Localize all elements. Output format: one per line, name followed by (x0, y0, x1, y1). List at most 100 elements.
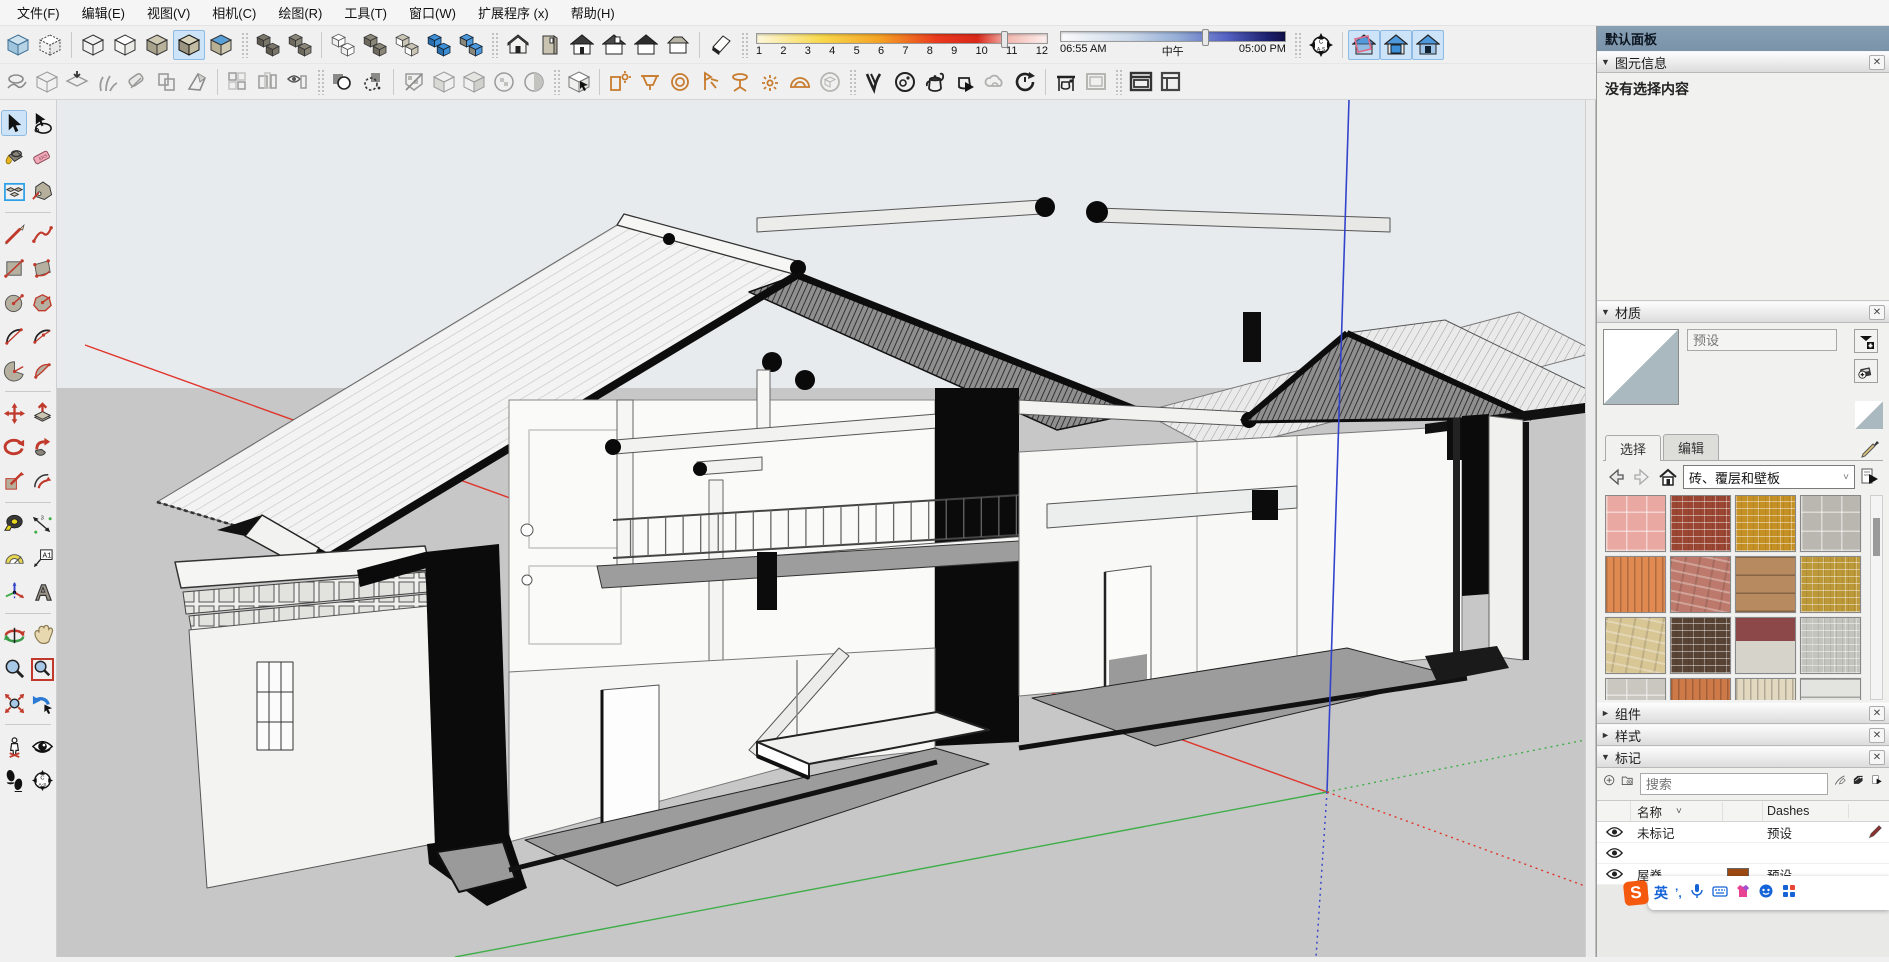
vray-logo-icon[interactable] (860, 68, 890, 96)
xray-icon[interactable] (2, 30, 34, 60)
toolbox-grid-icon[interactable] (1781, 883, 1797, 904)
lasso-tool[interactable] (29, 110, 55, 136)
house-door-icon[interactable] (566, 30, 598, 60)
menu-item[interactable]: 视图(V) (136, 0, 201, 26)
add-tag-icon[interactable] (1603, 774, 1615, 794)
back-icon[interactable] (1605, 466, 1627, 488)
tag-dashes[interactable]: 预设 (1763, 823, 1849, 842)
materials-header[interactable]: ▼ 材质 ✕ (1597, 301, 1889, 323)
ime-punctuation[interactable]: ’, (1675, 886, 1682, 900)
menu-item[interactable]: 工具(T) (333, 0, 398, 26)
paint-blob-icon[interactable] (328, 68, 358, 96)
add-tag-folder-icon[interactable] (1621, 774, 1633, 794)
drape-up-icon[interactable] (32, 68, 62, 96)
toolbar-grip[interactable] (1294, 32, 1301, 58)
look-around-tool[interactable] (29, 733, 55, 759)
paint-tool[interactable] (1, 144, 27, 170)
light-dome-icon[interactable] (785, 68, 815, 96)
drape-down-icon[interactable] (62, 68, 92, 96)
details-arrow-icon[interactable] (1859, 466, 1881, 488)
ime-lang-toggle[interactable]: 英 (1654, 883, 1668, 903)
ime-toolbar[interactable]: S 英 ’, (1624, 874, 1889, 912)
shaded-icon[interactable] (141, 30, 173, 60)
house-iso-icon[interactable] (502, 30, 534, 60)
material-swatch-light-brick[interactable] (1800, 617, 1861, 674)
render-update-icon[interactable] (1010, 68, 1040, 96)
section-display-icon[interactable] (1348, 30, 1380, 60)
details-arrow-icon[interactable] (1871, 774, 1883, 794)
tag-row[interactable]: 未标记预设 (1597, 822, 1889, 843)
texture-cube2-icon[interactable] (459, 68, 489, 96)
keyboard-icon[interactable] (1712, 883, 1728, 904)
two-point-arc-tool[interactable] (29, 323, 55, 349)
house-outline-icon[interactable] (630, 30, 662, 60)
material-swatch-orange-plank[interactable] (1670, 678, 1731, 700)
select-tool[interactable] (1, 110, 27, 136)
cabinet-icon[interactable] (534, 30, 566, 60)
offset-tool[interactable] (29, 468, 55, 494)
grid-eye-icon[interactable] (283, 68, 313, 96)
material-swatch-yellow-brick[interactable] (1800, 556, 1861, 613)
material-swatch-dark-brick[interactable] (1670, 617, 1731, 674)
follow-me-tool[interactable] (29, 434, 55, 460)
material-preview[interactable] (1603, 329, 1679, 405)
toolbar-grip[interactable] (741, 32, 748, 58)
collapse-arrow-icon[interactable]: ▼ (1601, 307, 1615, 317)
frame-disabled-icon[interactable] (1081, 68, 1111, 96)
material-swatch-rose-stone[interactable] (1670, 556, 1731, 613)
comp-outer-shaded-icon[interactable] (359, 30, 391, 60)
cube-cursor-icon[interactable] (564, 68, 594, 96)
white-wedge-icon[interactable] (705, 30, 737, 60)
light-sphere-off-icon[interactable] (815, 68, 845, 96)
material-swatch-tan-stone[interactable] (1605, 617, 1666, 674)
position-camera-tool[interactable] (1, 733, 27, 759)
light-disc-icon[interactable] (725, 68, 755, 96)
previous-view-tool[interactable] (29, 690, 55, 716)
tags-header[interactable]: ▼ 标记 ✕ (1597, 746, 1889, 768)
house-dormer-icon[interactable] (598, 30, 630, 60)
microphone-icon[interactable] (1689, 883, 1705, 904)
dimension-tool[interactable]: 3 (29, 511, 55, 537)
sogou-logo-icon[interactable]: S (1623, 880, 1649, 906)
monochrome-icon[interactable] (205, 30, 237, 60)
model-canvas[interactable] (57, 100, 1585, 957)
render-cloud-off-icon[interactable] (980, 68, 1010, 96)
smoove-icon[interactable] (122, 68, 152, 96)
forward-icon[interactable] (1631, 466, 1653, 488)
tags-stack-icon[interactable] (1852, 774, 1864, 794)
comp-blue-front-icon[interactable] (423, 30, 455, 60)
comp-mixed-icon[interactable] (391, 30, 423, 60)
axes-compass-icon[interactable]: CA·S (1305, 30, 1337, 60)
rectangle-tool[interactable] (1, 255, 27, 281)
visibility-eye-icon[interactable] (1597, 826, 1631, 838)
tags-table-header[interactable]: 名称˅ Dashes (1597, 801, 1889, 822)
material-category-dropdown[interactable]: 砖、覆层和壁板 ˅ (1683, 465, 1855, 489)
arc-tool[interactable] (1, 323, 27, 349)
window-frame2-icon[interactable] (1156, 68, 1186, 96)
three-d-text-tool[interactable] (29, 579, 55, 605)
move-tool[interactable] (1, 400, 27, 426)
entity-info-header[interactable]: ▼ 图元信息 ✕ (1597, 51, 1889, 73)
line-tool[interactable] (1, 221, 27, 247)
components-header[interactable]: ► 组件 ✕ (1597, 702, 1889, 724)
eraser-tool[interactable]: ERS (29, 144, 55, 170)
material-swatch-cream-plank[interactable] (1735, 678, 1796, 700)
vray-sphere-icon[interactable] (890, 68, 920, 96)
tag-row[interactable] (1597, 843, 1889, 864)
tag-search-input[interactable] (1640, 773, 1828, 795)
material-name-field[interactable] (1687, 329, 1837, 351)
zoom-extents-tool[interactable] (1, 690, 27, 716)
secondary-pane-button[interactable] (1854, 329, 1878, 353)
house-hip-icon[interactable] (662, 30, 694, 60)
light-spot-icon[interactable] (635, 68, 665, 96)
filled-arc-tool[interactable] (29, 357, 55, 383)
material-swatch-tan-boards[interactable] (1735, 556, 1796, 613)
material-swatch-pink-paver[interactable] (1605, 495, 1666, 552)
scrollbar-thumb[interactable] (1873, 518, 1880, 556)
section-fill-icon[interactable] (1412, 30, 1444, 60)
grid-b-icon[interactable] (253, 68, 283, 96)
close-icon[interactable]: ✕ (1869, 305, 1885, 320)
push-pull-tool[interactable] (29, 400, 55, 426)
render-run-icon[interactable] (950, 68, 980, 96)
rotated-rectangle-tool[interactable] (29, 255, 55, 281)
